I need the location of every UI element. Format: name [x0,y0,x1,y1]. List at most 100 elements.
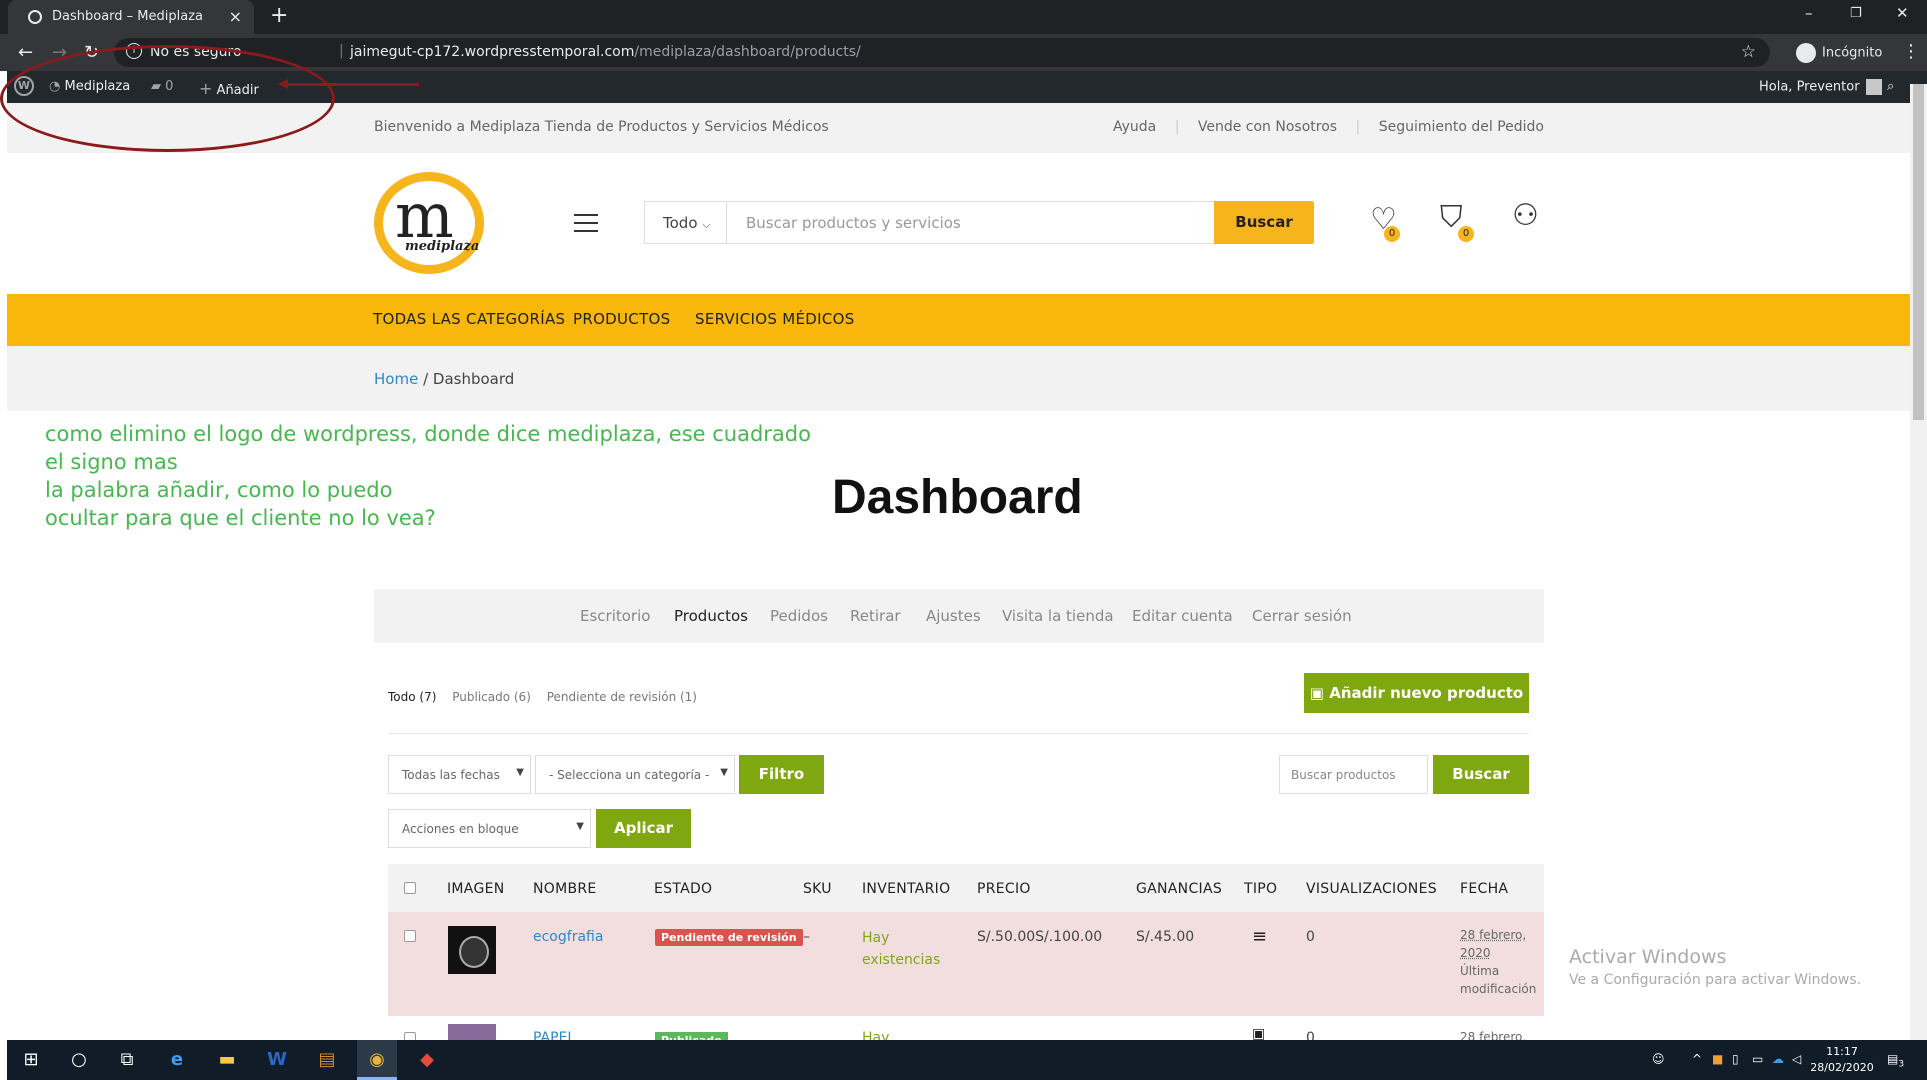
table-row: ecogfrafia Pendiente de revisión – Hay ex… [388,912,1544,1016]
date-value: 28 febrero, 2020 Última modificación [1460,926,1536,998]
filter-button[interactable]: Filtro [739,755,824,794]
product-search-form: Todo ⌵ Buscar productos y servicios Busc… [644,201,1314,244]
hamburger-menu-icon[interactable] [574,214,598,232]
wishlist-count-badge: 0 [1384,226,1400,242]
tab-editar-cuenta[interactable]: Editar cuenta [1132,607,1233,625]
select-all-checkbox[interactable] [404,882,416,894]
anydesk-icon[interactable]: ◆ [407,1040,447,1080]
products-table-header: IMAGEN NOMBRE ESTADO SKU INVENTARIO PREC… [388,864,1544,912]
nav-products[interactable]: PRODUCTOS [573,310,670,328]
nav-all-categories[interactable]: TODAS LAS CATEGORÍAS [373,310,565,328]
user-account-menu[interactable]: Hola, Preventor [1759,79,1882,95]
windows-start-icon[interactable]: ⊞ [11,1040,51,1080]
window-close-button[interactable]: ✕ [1896,4,1909,22]
volume-icon[interactable]: ◁ [1792,1052,1801,1066]
bookmark-star-icon[interactable]: ☆ [1741,42,1756,62]
briefcase-icon: ▣ [1252,1026,1266,1040]
task-view-icon[interactable]: ⧉ [107,1040,147,1080]
page-title: Dashboard [832,471,1083,524]
restore-button[interactable]: ❐ [1850,6,1862,21]
site-logo[interactable]: m mediplaza [374,172,484,274]
row-checkbox[interactable] [404,930,416,942]
edge-icon[interactable]: e [157,1040,197,1080]
breadcrumb-home-link[interactable]: Home [374,370,418,388]
tray-chevron-icon[interactable]: ^ [1692,1052,1702,1066]
divider: | [1174,119,1180,135]
winrar-icon[interactable]: ▤ [307,1040,347,1080]
user-account-icon[interactable]: ⚇ [1512,198,1539,233]
browser-tab-strip: Dashboard – Mediplaza × + – ❐ ✕ [0,0,1927,34]
network-icon[interactable]: ▭ [1752,1052,1763,1066]
file-explorer-icon[interactable]: ▬ [207,1040,247,1080]
wordpress-favicon-icon [28,10,42,24]
tab-ajustes[interactable]: Ajustes [926,607,981,625]
sell-with-us-link[interactable]: Vende con Nosotros [1198,119,1337,135]
product-thumbnail[interactable] [448,1024,496,1040]
address-bar[interactable]: i No es seguro | jaimegut-cp172.wordpres… [114,38,1770,67]
tab-cerrar-sesion[interactable]: Cerrar sesión [1252,607,1352,625]
product-thumbnail[interactable] [448,926,496,974]
divider [388,733,1529,734]
add-new-product-label: Añadir nuevo producto [1329,684,1524,702]
order-tracking-link[interactable]: Seguimiento del Pedido [1379,119,1544,135]
help-link[interactable]: Ayuda [1113,119,1156,135]
avatar [1865,79,1882,95]
product-name-link[interactable]: ecogfrafia [533,929,603,945]
cart-count-badge: 0 [1458,226,1474,242]
cortana-search-icon[interactable]: ○ [59,1040,99,1080]
logo-text: mediplaza [405,239,480,254]
word-icon[interactable]: W [257,1040,297,1080]
filter-all[interactable]: Todo (7) [388,690,436,704]
minimize-button[interactable]: – [1805,4,1813,22]
filter-pending[interactable]: Pendiente de revisión (1) [547,690,697,704]
price-value: S/.50.00S/.100.00 [977,929,1103,945]
filter-published[interactable]: Publicado (6) [452,690,531,704]
product-name-link[interactable]: PAPEL [533,1030,575,1040]
new-tab-button[interactable]: + [270,3,288,28]
admin-search-icon[interactable]: ⌕ [1887,79,1894,94]
stock-line: existencias [862,952,941,968]
clock-time: 11:17 [1826,1045,1858,1058]
search-input[interactable]: Buscar productos y servicios [746,214,961,232]
back-icon[interactable]: ← [18,42,33,63]
notifications-icon[interactable]: ▤3 [1887,1052,1904,1069]
battery-icon[interactable]: ▯ [1732,1052,1739,1066]
browser-menu-icon[interactable]: ⋮ [1902,41,1920,62]
onedrive-icon[interactable]: ☁ [1772,1052,1784,1066]
tab-close-icon[interactable]: × [229,7,242,26]
browser-tab[interactable]: Dashboard – Mediplaza × [8,0,254,34]
date-filter-select[interactable]: Todas las fechas ▼ [388,755,531,794]
tab-productos[interactable]: Productos [674,607,748,625]
search-category-select[interactable]: Todo ⌵ [645,202,727,243]
chevron-down-icon: ⌵ [702,218,711,231]
incognito-indicator[interactable]: Incógnito [1796,43,1882,63]
bulk-actions-select[interactable]: Acciones en bloque ▼ [388,809,591,848]
product-search-input[interactable]: Buscar productos [1279,755,1428,794]
annotation-question: como elimino el logo de wordpress, donde… [45,420,811,532]
url-text[interactable]: jaimegut-cp172.wordpresstemporal.com/med… [350,44,861,60]
tab-pedidos[interactable]: Pedidos [770,607,828,625]
column-header: FECHA [1460,881,1509,897]
row-checkbox[interactable] [404,1032,416,1040]
search-button[interactable]: Buscar [1214,201,1314,244]
category-filter-select[interactable]: - Selecciona un categoría - ▼ [535,755,735,794]
notification-count: 3 [1898,1059,1905,1070]
annotation-line: ocultar para que el cliente no lo vea? [45,506,436,530]
dashboard-nav: Escritorio Productos Pedidos Retirar Aju… [374,589,1544,643]
tab-escritorio[interactable]: Escritorio [580,607,650,625]
chrome-icon[interactable]: ◉ [357,1040,397,1080]
taskbar-clock[interactable]: 11:17 28/02/2020 [1807,1044,1877,1076]
tab-retirar[interactable]: Retirar [850,607,901,625]
product-search-button[interactable]: Buscar [1433,755,1529,794]
add-new-product-button[interactable]: ▣ Añadir nuevo producto [1304,673,1529,713]
url-host: jaimegut-cp172.wordpresstemporal.com [350,44,635,60]
tab-visita-tienda[interactable]: Visita la tienda [1002,607,1114,625]
scrollbar-thumb[interactable] [1913,84,1924,420]
stock-status: Hay [862,1030,890,1040]
nav-medical-services[interactable]: SERVICIOS MÉDICOS [695,310,855,328]
people-icon[interactable]: ☺ [1652,1052,1665,1066]
activation-title: Activar Windows [1569,946,1727,968]
tray-app-icon[interactable]: ■ [1712,1052,1723,1066]
annotation-ellipse [0,45,335,152]
apply-button[interactable]: Aplicar [596,809,691,848]
